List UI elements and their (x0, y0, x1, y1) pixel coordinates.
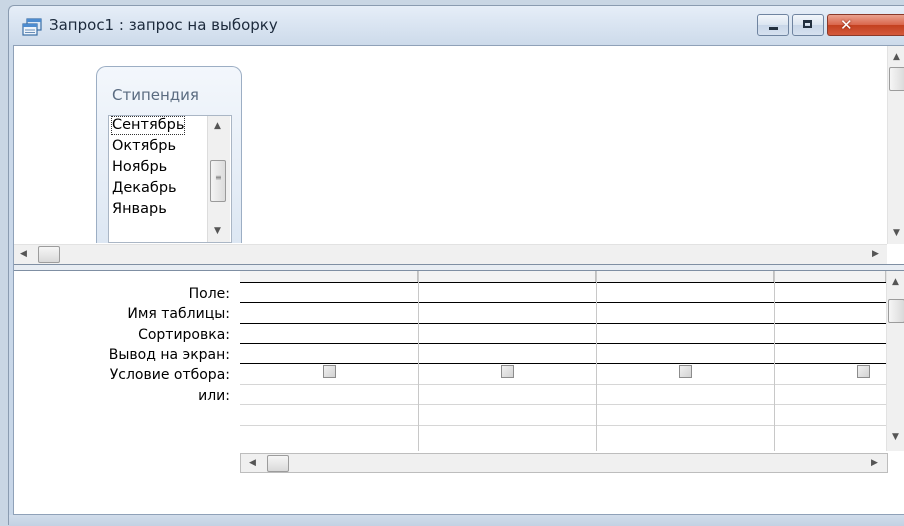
field-item[interactable]: Ноябрь (111, 158, 168, 177)
grid-line (240, 282, 886, 283)
minimize-icon (769, 27, 778, 30)
field-list[interactable]: Сентябрь Октябрь Ноябрь Декабрь Январь ▲… (108, 115, 232, 243)
grid-horizontal-scrollbar[interactable]: ◀ ▶ (240, 453, 888, 473)
scroll-up-icon[interactable]: ▲ (214, 121, 221, 131)
scroll-left-icon[interactable]: ◀ (249, 458, 256, 468)
row-label-or: или: (198, 388, 230, 404)
column-selector[interactable] (596, 271, 774, 282)
show-checkbox[interactable] (679, 365, 692, 378)
minimize-button[interactable] (757, 14, 789, 36)
field-item[interactable]: Октябрь (111, 137, 177, 156)
grid-line (240, 363, 886, 364)
grip-icon: ≡ (215, 173, 222, 182)
row-label-field: Поле: (188, 286, 230, 302)
grid-line (240, 404, 886, 405)
query-design-area: Стипендия Сентябрь Октябрь Ноябрь Декабр… (13, 45, 904, 515)
show-checkbox[interactable] (323, 365, 336, 378)
scroll-down-icon[interactable]: ▼ (892, 432, 899, 442)
row-label-criteria: Условие отбора: (109, 367, 230, 383)
table-pane-horizontal-scrollbar[interactable]: ◀ ▶ (14, 244, 887, 265)
row-label-sort: Сортировка: (138, 327, 230, 343)
grid-column-line (774, 271, 775, 451)
table-pane[interactable]: Стипендия Сентябрь Октябрь Ноябрь Декабр… (14, 46, 887, 244)
title-bar[interactable]: Запрос1 : запрос на выборку ✕ (9, 6, 904, 46)
maximize-button[interactable] (792, 14, 824, 36)
close-icon: ✕ (840, 16, 853, 34)
scroll-down-icon[interactable]: ▼ (893, 228, 900, 238)
table-name: Стипендия (112, 86, 199, 104)
scroll-up-icon[interactable]: ▲ (892, 277, 899, 287)
column-selector[interactable] (418, 271, 596, 282)
row-label-table-name: Имя таблицы: (127, 306, 230, 322)
design-grid[interactable] (240, 271, 886, 451)
grid-line (240, 302, 886, 303)
grid-bottom-area (14, 473, 904, 514)
field-item[interactable]: Сентябрь (111, 116, 186, 135)
query-window: Запрос1 : запрос на выборку ✕ Стипендия … (8, 5, 904, 526)
show-checkbox[interactable] (501, 365, 514, 378)
table-pane-vertical-scrollbar[interactable]: ▲ ▼ (887, 46, 904, 244)
scroll-thumb[interactable] (267, 455, 289, 472)
scroll-down-icon[interactable]: ▼ (214, 226, 221, 236)
grid-line (240, 343, 886, 344)
show-checkbox[interactable] (857, 365, 870, 378)
pane-splitter[interactable] (14, 264, 904, 271)
close-button[interactable]: ✕ (827, 14, 904, 36)
scroll-right-icon[interactable]: ▶ (871, 458, 878, 468)
scroll-thumb[interactable] (889, 67, 904, 91)
design-grid-pane: Поле: Имя таблицы: Сортировка: Вывод на … (14, 271, 904, 514)
scroll-thumb[interactable]: ≡ (210, 160, 226, 202)
field-item[interactable]: Декабрь (111, 179, 178, 198)
grid-column-line (596, 271, 597, 451)
window-title: Запрос1 : запрос на выборку (49, 16, 278, 34)
scroll-thumb[interactable] (38, 246, 60, 263)
scroll-right-icon[interactable]: ▶ (872, 249, 879, 259)
grid-vertical-scrollbar[interactable]: ▲ ▼ (886, 271, 904, 451)
scroll-left-icon[interactable]: ◀ (20, 249, 27, 259)
grid-column-line (418, 271, 419, 451)
column-selector[interactable] (240, 271, 418, 282)
table-field-list-box[interactable]: Стипендия Сентябрь Октябрь Ноябрь Декабр… (96, 66, 242, 243)
row-label-show: Вывод на экран: (108, 347, 230, 363)
grid-line (240, 323, 886, 324)
column-selector[interactable] (774, 271, 886, 282)
maximize-icon (803, 20, 812, 28)
scroll-thumb[interactable] (888, 299, 904, 323)
window-bottom-frame (9, 515, 904, 526)
grid-line (240, 425, 886, 426)
grid-line (240, 384, 886, 385)
query-window-icon (22, 18, 42, 36)
scroll-up-icon[interactable]: ▲ (893, 52, 900, 62)
field-item[interactable]: Январь (111, 200, 168, 219)
field-list-scrollbar[interactable]: ▲ ≡ ▼ (207, 116, 230, 242)
